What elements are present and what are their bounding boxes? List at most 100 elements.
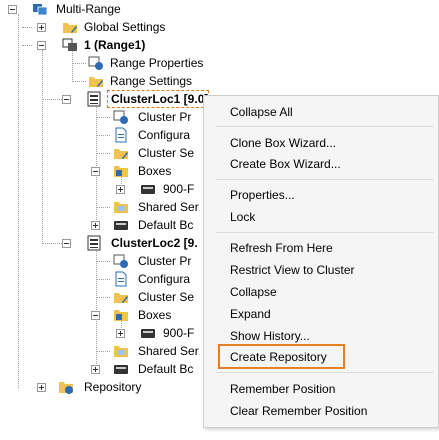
shared-folder-icon bbox=[114, 202, 128, 213]
tree-line bbox=[96, 153, 110, 154]
tree-line bbox=[42, 243, 62, 244]
menu-separator bbox=[216, 372, 434, 373]
menu-item-lock[interactable]: Lock bbox=[230, 207, 255, 227]
boxes-folder-icon bbox=[114, 166, 128, 177]
tree-node-multi-range[interactable]: Multi-Range bbox=[0, 0, 200, 18]
expand-toggle[interactable] bbox=[116, 329, 125, 338]
menu-item-remember-position[interactable]: Remember Position bbox=[230, 379, 335, 399]
expand-toggle[interactable] bbox=[91, 365, 100, 374]
menu-item-create-repository[interactable]: Create Repository bbox=[230, 347, 327, 367]
node-label: Shared Ser bbox=[138, 344, 199, 358]
menu-item-expand[interactable]: Expand bbox=[230, 304, 271, 324]
node-label: 900-F bbox=[163, 326, 195, 340]
box-server-icon bbox=[141, 329, 155, 338]
tree-node-range1[interactable]: 1 (Range1) bbox=[0, 36, 200, 54]
tree-node-cluster-properties[interactable]: Cluster Pr bbox=[0, 108, 200, 126]
tree-node-range-settings[interactable]: Range Settings bbox=[0, 72, 200, 90]
tree-node-boxes[interactable]: Boxes bbox=[0, 306, 200, 324]
tree-line bbox=[96, 351, 110, 352]
collapse-toggle[interactable] bbox=[8, 5, 17, 14]
node-label: ClusterLoc2 [9. bbox=[111, 236, 198, 250]
boxes-folder-icon bbox=[114, 310, 128, 321]
tree-node-box-900[interactable]: 900-F bbox=[0, 180, 200, 198]
context-menu: Collapse All Clone Box Wizard... Create … bbox=[203, 95, 439, 428]
tree-line bbox=[96, 207, 110, 208]
node-label: Default Bc bbox=[138, 362, 194, 376]
menu-separator bbox=[216, 179, 434, 180]
tree-node-cluster1[interactable]: ClusterLoc1 [9.0] bbox=[0, 90, 210, 108]
menu-item-restrict-view[interactable]: Restrict View to Cluster bbox=[230, 260, 354, 280]
node-label: Range Settings bbox=[110, 74, 193, 88]
repository-icon bbox=[59, 382, 73, 394]
expand-toggle[interactable] bbox=[91, 221, 100, 230]
menu-item-collapse[interactable]: Collapse bbox=[230, 282, 277, 302]
tree-node-shared-services[interactable]: Shared Ser bbox=[0, 342, 200, 360]
tree-node-configuration[interactable]: Configura bbox=[0, 270, 200, 288]
tree-node-cluster-settings[interactable]: Cluster Se bbox=[0, 144, 200, 162]
expand-toggle[interactable] bbox=[116, 185, 125, 194]
node-label: Range Properties bbox=[110, 56, 204, 70]
folder-settings-icon bbox=[114, 149, 128, 159]
menu-item-properties[interactable]: Properties... bbox=[230, 185, 295, 205]
multi-range-icon bbox=[33, 4, 48, 16]
shared-folder-icon bbox=[114, 346, 128, 357]
collapse-toggle[interactable] bbox=[91, 311, 100, 320]
menu-item-create-box-wizard[interactable]: Create Box Wizard... bbox=[230, 154, 341, 174]
collapse-toggle[interactable] bbox=[62, 95, 71, 104]
cluster-icon bbox=[87, 91, 101, 107]
node-label: Cluster Pr bbox=[138, 254, 192, 268]
menu-item-show-history[interactable]: Show History... bbox=[230, 326, 310, 346]
properties-icon bbox=[113, 110, 128, 124]
properties-icon bbox=[113, 254, 128, 268]
tree-node-global-settings[interactable]: Global Settings bbox=[0, 18, 200, 36]
node-label: Default Bc bbox=[138, 218, 194, 232]
box-server-icon bbox=[141, 185, 155, 194]
node-label: 1 (Range1) bbox=[84, 38, 146, 52]
node-label: Boxes bbox=[138, 308, 172, 322]
tree-line bbox=[72, 63, 86, 64]
node-label: Boxes bbox=[138, 164, 172, 178]
tree-node-boxes[interactable]: Boxes bbox=[0, 162, 200, 180]
folder-settings-icon bbox=[114, 293, 128, 303]
node-label: Configura bbox=[138, 272, 191, 286]
collapse-toggle[interactable] bbox=[91, 167, 100, 176]
tree-line bbox=[96, 117, 110, 118]
menu-separator bbox=[216, 126, 434, 127]
menu-separator bbox=[216, 232, 434, 233]
node-label: Multi-Range bbox=[56, 2, 121, 16]
tree-line bbox=[22, 45, 32, 46]
menu-item-collapse-all[interactable]: Collapse All bbox=[230, 102, 293, 122]
node-label: Shared Ser bbox=[138, 200, 199, 214]
node-label: ClusterLoc1 [9.0] bbox=[111, 92, 209, 106]
tree-node-cluster-properties[interactable]: Cluster Pr bbox=[0, 252, 200, 270]
tree-node-cluster2[interactable]: ClusterLoc2 [9. bbox=[0, 234, 200, 252]
node-label: Configura bbox=[138, 128, 191, 142]
expand-toggle[interactable] bbox=[37, 23, 46, 32]
collapse-toggle[interactable] bbox=[37, 41, 46, 50]
range-icon bbox=[62, 38, 77, 51]
cluster-icon bbox=[87, 235, 101, 251]
box-server-icon bbox=[114, 365, 128, 374]
collapse-toggle[interactable] bbox=[62, 239, 71, 248]
tree-node-default-box[interactable]: Default Bc bbox=[0, 360, 200, 378]
node-label: Repository bbox=[84, 380, 142, 394]
tree-node-repository[interactable]: Repository bbox=[0, 378, 200, 396]
node-label: Cluster Se bbox=[138, 146, 195, 160]
tree-line bbox=[72, 81, 86, 82]
tree-line bbox=[96, 297, 110, 298]
tree-node-shared-services[interactable]: Shared Ser bbox=[0, 198, 200, 216]
tree-node-box-900[interactable]: 900-F bbox=[0, 324, 200, 342]
tree-node-default-box[interactable]: Default Bc bbox=[0, 216, 200, 234]
properties-icon bbox=[88, 56, 103, 70]
menu-item-refresh-from-here[interactable]: Refresh From Here bbox=[230, 238, 333, 258]
tree-node-cluster-settings[interactable]: Cluster Se bbox=[0, 288, 200, 306]
document-icon bbox=[115, 271, 127, 287]
menu-item-clone-box-wizard[interactable]: Clone Box Wizard... bbox=[230, 133, 336, 153]
tree-line bbox=[96, 279, 110, 280]
folder-settings-icon bbox=[63, 23, 77, 33]
tree-node-range-properties[interactable]: Range Properties bbox=[0, 54, 204, 72]
tree-line bbox=[22, 27, 32, 28]
expand-toggle[interactable] bbox=[37, 383, 46, 392]
menu-item-clear-remember-position[interactable]: Clear Remember Position bbox=[230, 401, 367, 421]
tree-node-configuration[interactable]: Configura bbox=[0, 126, 200, 144]
